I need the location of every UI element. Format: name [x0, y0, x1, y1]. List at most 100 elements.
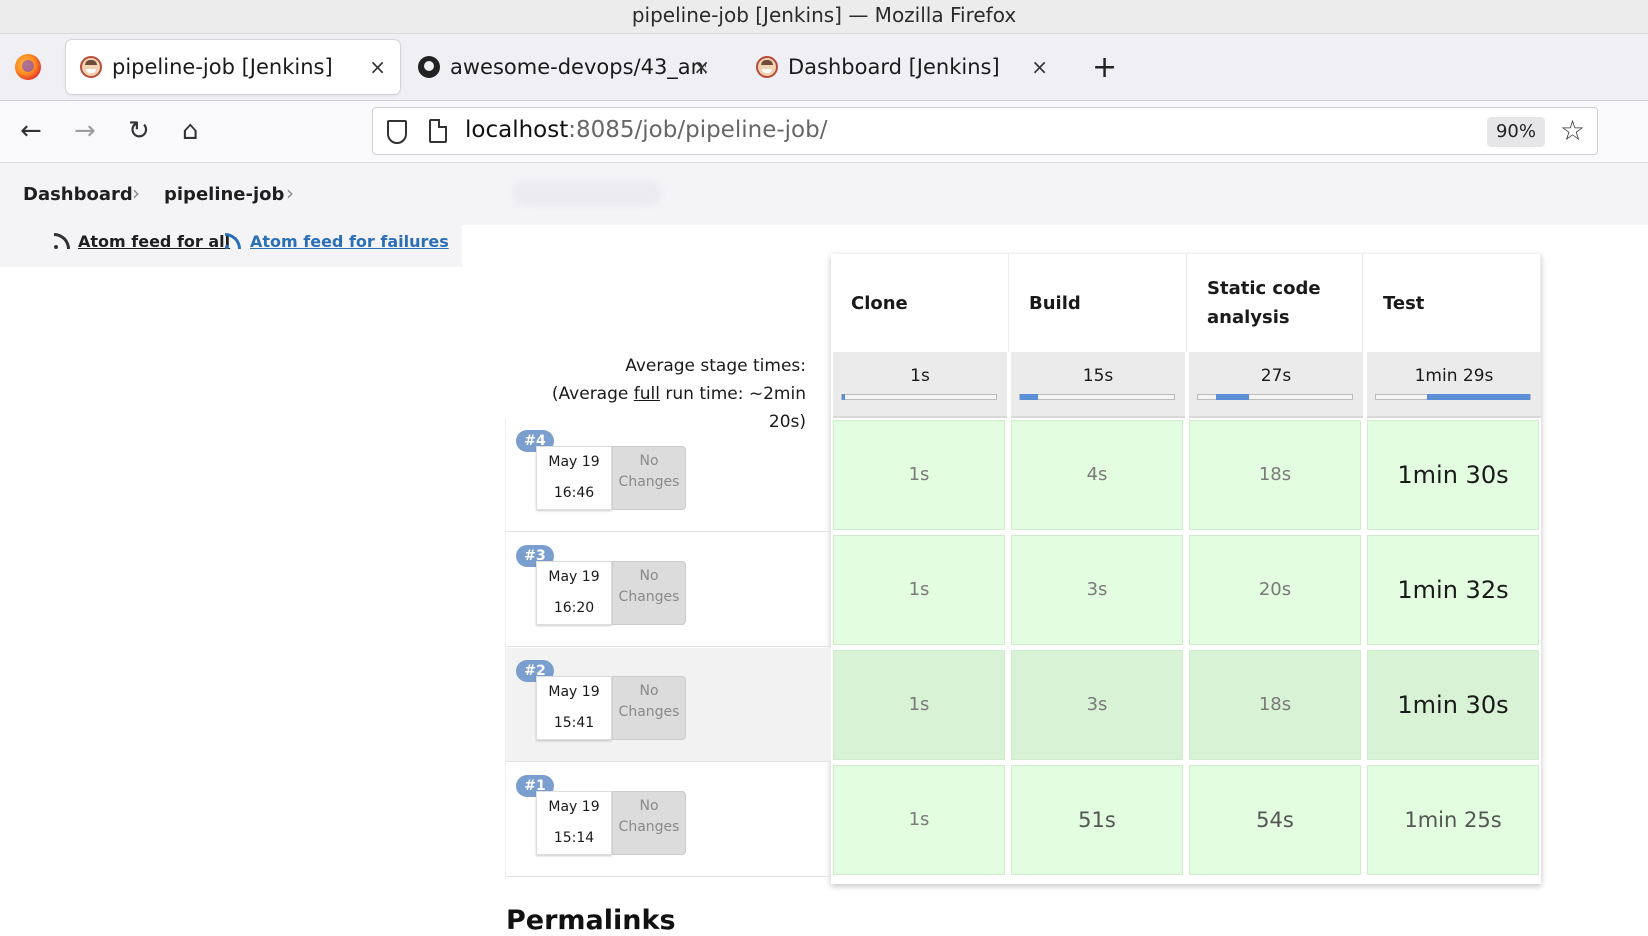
avg-time-test: 1min 29s: [1367, 352, 1541, 418]
changes-line1: No: [639, 453, 659, 469]
permalinks-heading: Permalinks: [506, 905, 676, 936]
stage-cell-build[interactable]: 3s: [1011, 650, 1183, 760]
window-title: pipeline-job [Jenkins] — Mozilla Firefox: [631, 3, 1017, 27]
build-date: May 19 16:46: [536, 446, 612, 510]
navigation-toolbar: ← → ↻ ⌂ localhost:8085/job/pipeline-job/…: [0, 101, 1648, 163]
stage-cell-clone[interactable]: 1s: [833, 420, 1005, 530]
feed-links: Atom feed for all Atom feed for failures: [0, 225, 462, 267]
changes-box[interactable]: No Changes: [612, 791, 686, 855]
firefox-icon[interactable]: [15, 54, 41, 80]
stage-cell-static-code-analysis[interactable]: 18s: [1189, 420, 1361, 530]
tracking-shield-icon[interactable]: [387, 120, 407, 144]
browser-window: pipeline-job [Jenkins] — Mozilla Firefox…: [0, 0, 1648, 936]
build-date-time: 15:14: [553, 830, 595, 846]
tab-label: awesome-devops/43_ans: [450, 55, 706, 79]
stage-cell-build[interactable]: 3s: [1011, 535, 1183, 645]
progress-track: [1375, 394, 1531, 400]
build-date: May 19 16:20: [536, 561, 612, 625]
avg-time-value: 1min 29s: [1414, 366, 1494, 386]
tab-dashboard[interactable]: Dashboard [Jenkins] ×: [742, 40, 1062, 94]
close-icon[interactable]: ×: [369, 55, 386, 79]
full-run-link[interactable]: full: [634, 384, 660, 404]
progress-fill: [1020, 394, 1039, 400]
zoom-level-button[interactable]: 90%: [1487, 117, 1545, 147]
build-row-4: #4 May 19 16:46 No Changes: [505, 418, 831, 532]
avg-label-line2: (Average full run time: ~2min: [505, 380, 806, 408]
close-icon[interactable]: ×: [693, 55, 710, 79]
build-row-2: #2 May 19 15:41 No Changes: [505, 648, 831, 762]
changes-line1: No: [639, 798, 659, 814]
github-icon: [418, 56, 440, 78]
progress-fill: [1216, 394, 1249, 400]
back-arrow-icon[interactable]: ←: [20, 116, 42, 146]
home-icon[interactable]: ⌂: [182, 116, 199, 146]
stage-cell-test[interactable]: 1min 30s: [1367, 650, 1539, 760]
avg-time-value: 27s: [1260, 366, 1292, 386]
avg-time-value: 1s: [910, 366, 930, 386]
url-host: localhost: [465, 117, 569, 143]
build-date-day: May 19: [548, 569, 600, 585]
close-icon[interactable]: ×: [1031, 55, 1048, 79]
changes-box[interactable]: No Changes: [612, 676, 686, 740]
avg-time-value: 15s: [1082, 366, 1114, 386]
avg-label-prefix: (Average: [551, 384, 634, 404]
build-date: May 19 15:14: [536, 791, 612, 855]
tab-label: Dashboard [Jenkins]: [788, 55, 1000, 79]
avg-label-suffix: run time: ~2min: [659, 384, 806, 404]
bookmark-star-icon[interactable]: ☆: [1560, 114, 1585, 147]
stage-cell-static-code-analysis[interactable]: 54s: [1189, 765, 1361, 875]
url-text[interactable]: localhost:8085/job/pipeline-job/: [465, 117, 827, 143]
changes-line2: Changes: [618, 589, 680, 605]
stage-cell-clone[interactable]: 1s: [833, 650, 1005, 760]
atom-feed-failures-link[interactable]: Atom feed for failures: [250, 232, 449, 251]
progress-track: [1019, 394, 1175, 400]
stage-cell-static-code-analysis[interactable]: 20s: [1189, 535, 1361, 645]
build-date: May 19 15:41: [536, 676, 612, 740]
avg-time-static-code-analysis: 27s: [1189, 352, 1363, 418]
atom-feed-all-link[interactable]: Atom feed for all: [78, 232, 230, 251]
build-date-time: 16:20: [553, 600, 595, 616]
progress-fill: [842, 394, 846, 400]
jenkins-icon: [756, 56, 778, 78]
stage-cell-build[interactable]: 51s: [1011, 765, 1183, 875]
build-row-3: #3 May 19 16:20 No Changes: [505, 533, 831, 647]
jenkins-icon: [80, 56, 102, 78]
avg-time-build: 15s: [1011, 352, 1185, 418]
page-info-icon[interactable]: [429, 119, 447, 143]
forward-arrow-icon[interactable]: →: [74, 116, 96, 146]
address-bar[interactable]: localhost:8085/job/pipeline-job/ 90% ☆: [372, 107, 1598, 155]
blurred-placeholder: [512, 180, 662, 206]
tab-github[interactable]: awesome-devops/43_ans ×: [404, 40, 724, 94]
changes-line2: Changes: [618, 704, 680, 720]
changes-box[interactable]: No Changes: [612, 561, 686, 625]
changes-line2: Changes: [618, 819, 680, 835]
stage-cell-clone[interactable]: 1s: [833, 765, 1005, 875]
breadcrumb-dashboard[interactable]: Dashboard: [23, 184, 133, 205]
progress-fill: [1426, 394, 1530, 400]
chevron-right-icon[interactable]: ›: [286, 181, 294, 205]
stage-cell-test[interactable]: 1min 30s: [1367, 420, 1539, 530]
avg-time-clone: 1s: [833, 352, 1007, 418]
stage-cell-static-code-analysis[interactable]: 18s: [1189, 650, 1361, 760]
window-titlebar: pipeline-job [Jenkins] — Mozilla Firefox: [0, 0, 1648, 34]
tab-pipeline-job[interactable]: pipeline-job [Jenkins] ×: [66, 40, 400, 94]
progress-track: [1197, 394, 1353, 400]
stage-header-build: Build: [1009, 254, 1187, 352]
build-date-day: May 19: [548, 799, 600, 815]
stage-cell-test[interactable]: 1min 32s: [1367, 535, 1539, 645]
avg-label-line1: Average stage times:: [625, 356, 806, 376]
changes-box[interactable]: No Changes: [612, 446, 686, 510]
new-tab-button[interactable]: +: [1092, 50, 1117, 85]
rss-feed-icon: [54, 233, 70, 249]
breadcrumb-pipeline-job[interactable]: pipeline-job: [164, 184, 284, 205]
stage-header-test: Test: [1363, 254, 1541, 352]
stage-cell-build[interactable]: 4s: [1011, 420, 1183, 530]
breadcrumb: Dashboard › pipeline-job ›: [0, 163, 1648, 225]
rss-feed-icon: [225, 233, 241, 249]
reload-icon[interactable]: ↻: [128, 116, 150, 146]
changes-line2: Changes: [618, 474, 680, 490]
stage-cell-test[interactable]: 1min 25s: [1367, 765, 1539, 875]
stage-cell-clone[interactable]: 1s: [833, 535, 1005, 645]
tab-strip: pipeline-job [Jenkins] × awesome-devops/…: [0, 34, 1648, 101]
stage-header-clone: Clone: [831, 254, 1009, 352]
